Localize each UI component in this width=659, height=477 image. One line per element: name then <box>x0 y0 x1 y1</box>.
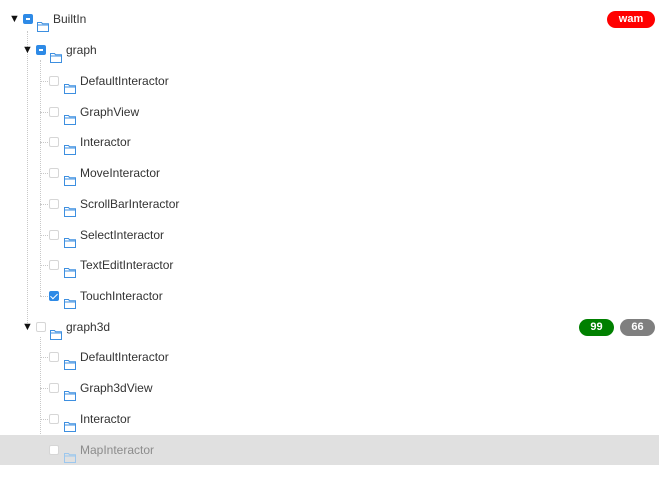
node-checkbox[interactable] <box>49 383 59 393</box>
count-badge: 66 <box>620 319 655 336</box>
tree-leaf[interactable]: DefaultInteractor <box>0 342 659 372</box>
node-label[interactable]: graph <box>66 35 97 65</box>
node-label[interactable]: GraphView <box>80 97 139 127</box>
node-label[interactable]: DefaultInteractor <box>80 342 169 372</box>
folder-icon <box>64 444 76 463</box>
node-checkbox[interactable] <box>49 168 59 178</box>
node-checkbox[interactable] <box>49 414 59 424</box>
tree-leaf[interactable]: ScrollBarInteractor <box>0 189 659 219</box>
folder-icon <box>64 136 76 155</box>
count-badge: 99 <box>579 319 614 336</box>
node-checkbox[interactable] <box>49 352 59 362</box>
folder-icon <box>64 167 76 186</box>
folder-icon <box>37 13 49 32</box>
node-label[interactable]: Interactor <box>80 404 131 434</box>
tree-leaf[interactable]: GraphView <box>0 97 659 127</box>
tree-node-graph[interactable]: ▼ graph <box>0 35 659 65</box>
folder-icon <box>64 75 76 94</box>
tree-node-graph3d[interactable]: ▼ graph3d 99 66 <box>0 312 659 342</box>
folder-icon <box>64 259 76 278</box>
expand-toggle-icon[interactable]: ▼ <box>22 312 33 342</box>
folder-icon <box>50 321 62 340</box>
node-checkbox[interactable] <box>49 107 59 117</box>
node-checkbox[interactable] <box>36 322 46 332</box>
tree-leaf[interactable]: TextEditInteractor <box>0 250 659 280</box>
node-label[interactable]: ScrollBarInteractor <box>80 189 179 219</box>
folder-icon <box>64 106 76 125</box>
folder-icon <box>64 229 76 248</box>
expand-toggle-icon[interactable]: ▼ <box>9 4 20 34</box>
folder-icon <box>64 198 76 217</box>
node-label[interactable]: BuiltIn <box>53 4 86 34</box>
expand-toggle-icon[interactable]: ▼ <box>22 35 33 65</box>
folder-icon <box>50 44 62 63</box>
node-checkbox[interactable] <box>49 260 59 270</box>
tree-leaf[interactable]: DefaultInteractor <box>0 66 659 96</box>
node-label[interactable]: MoveInteractor <box>80 158 160 188</box>
tree-node-builtin[interactable]: ▼ BuiltIn wam <box>0 4 659 34</box>
node-checkbox[interactable] <box>23 14 33 24</box>
status-badge: wam <box>607 11 655 28</box>
node-label[interactable]: MapInteractor <box>80 435 154 465</box>
tree-leaf[interactable]: Interactor <box>0 404 659 434</box>
folder-icon <box>64 413 76 432</box>
folder-icon <box>64 382 76 401</box>
folder-icon <box>64 290 76 309</box>
node-checkbox[interactable] <box>36 45 46 55</box>
folder-icon <box>64 351 76 370</box>
tree-leaf[interactable]: SelectInteractor <box>0 220 659 250</box>
node-checkbox[interactable] <box>49 199 59 209</box>
node-checkbox[interactable] <box>49 76 59 86</box>
node-label[interactable]: TextEditInteractor <box>80 250 173 280</box>
tree-leaf[interactable]: TouchInteractor <box>0 281 659 311</box>
node-checkbox[interactable] <box>49 137 59 147</box>
tree-leaf[interactable]: MapInteractor <box>0 435 659 465</box>
tree-leaf[interactable]: Interactor <box>0 127 659 157</box>
node-checkbox[interactable] <box>49 230 59 240</box>
node-checkbox[interactable] <box>49 445 59 455</box>
node-checkbox[interactable] <box>49 291 59 301</box>
node-label[interactable]: DefaultInteractor <box>80 66 169 96</box>
node-label[interactable]: Graph3dView <box>80 373 153 403</box>
node-label[interactable]: SelectInteractor <box>80 220 164 250</box>
tree-leaf[interactable]: Graph3dView <box>0 373 659 403</box>
tree-leaf[interactable]: MoveInteractor <box>0 158 659 188</box>
node-label[interactable]: TouchInteractor <box>80 281 163 311</box>
node-label[interactable]: graph3d <box>66 312 110 342</box>
node-label[interactable]: Interactor <box>80 127 131 157</box>
